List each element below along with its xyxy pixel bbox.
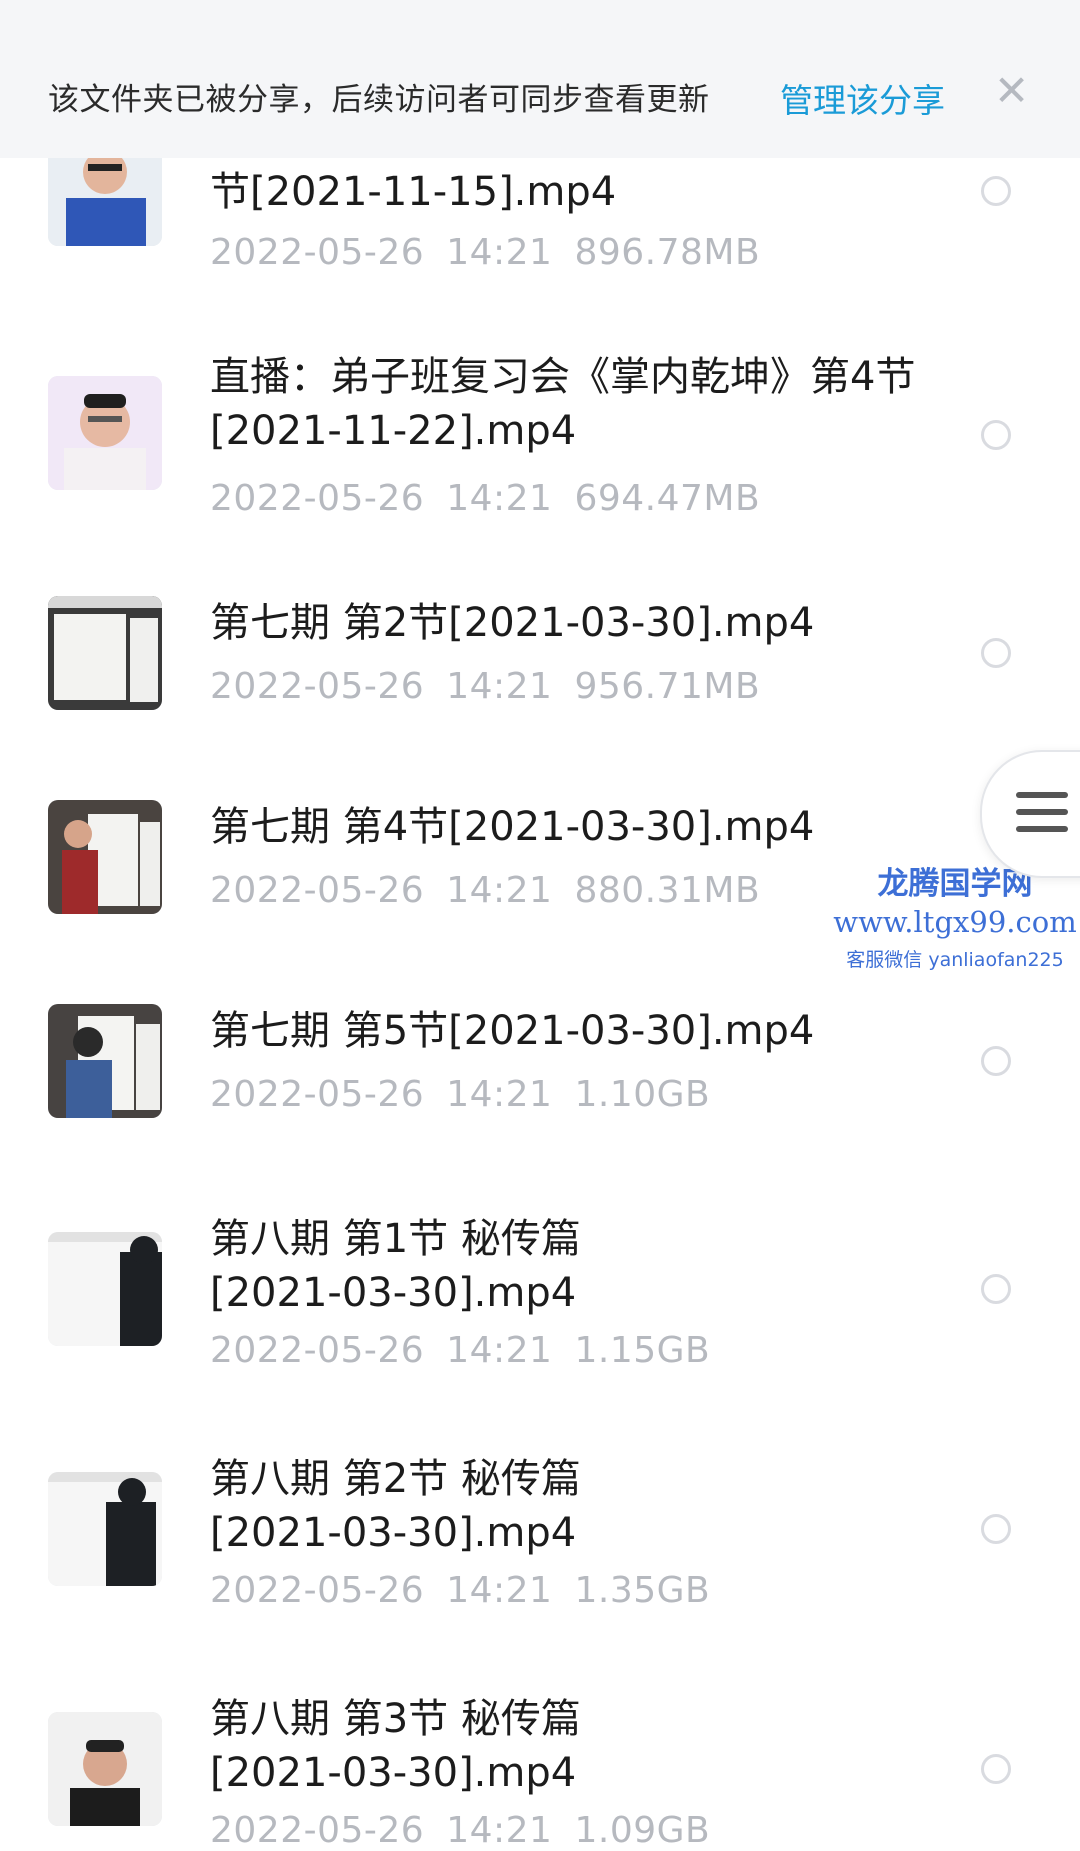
file-meta: 2022-05-26 14:21 880.31MB [210,870,760,911]
file-size: 1.35GB [574,1570,711,1611]
select-radio[interactable] [981,420,1011,450]
select-radio[interactable] [981,1754,1011,1784]
video-thumbnail [48,800,162,914]
file-name: 直播：弟子班复习会《掌内乾坤》第4节[2021-11-22].mp4 [210,354,916,454]
file-name: 节[2021-11-15].mp4 [210,169,617,215]
share-banner: 该文件夹已被分享，后续访问者可同步查看更新 管理该分享 ✕ [0,0,1080,158]
list-item[interactable]: 第七期 第5节[2021-03-30].mp4 2022-05-26 14:21 1… [0,1004,1080,1124]
select-radio[interactable] [981,1274,1011,1304]
list-item[interactable]: 第八期 第1节 秘传篇 [2021-03-30].mp4 2022-05-26 1… [0,1212,1080,1392]
video-thumbnail [48,150,162,246]
select-radio[interactable] [981,1046,1011,1076]
close-icon[interactable]: ✕ [994,70,1029,112]
file-meta: 2022-05-26 14:21 1.10GB [210,1074,710,1115]
file-time: 14:21 [446,870,553,911]
file-time: 14:21 [446,232,553,273]
file-meta: 2022-05-26 14:21 896.78MB [210,232,760,273]
file-time: 14:21 [446,666,553,707]
video-thumbnail [48,1472,162,1586]
file-meta: 2022-05-26 14:21 1.09GB [210,1810,710,1851]
select-radio[interactable] [981,1514,1011,1544]
file-date: 2022-05-26 [210,478,425,519]
file-date: 2022-05-26 [210,1074,425,1115]
file-name: 第七期 第4节[2021-03-30].mp4 [210,804,815,850]
file-date: 2022-05-26 [210,1810,425,1851]
file-size: 694.47MB [574,478,761,519]
file-time: 14:21 [446,1810,553,1851]
list-item[interactable]: 第八期 第2节 秘传篇 [2021-03-30].mp4 2022-05-26 1… [0,1452,1080,1632]
file-size: 896.78MB [574,232,761,273]
video-thumbnail [48,376,162,490]
file-name: 第七期 第2节[2021-03-30].mp4 [210,600,815,646]
file-name: 第七期 第5节[2021-03-30].mp4 [210,1008,815,1054]
video-thumbnail [48,596,162,710]
file-time: 14:21 [446,478,553,519]
file-name: 第八期 第3节 秘传篇 [2021-03-30].mp4 [210,1696,581,1796]
file-date: 2022-05-26 [210,870,425,911]
video-thumbnail [48,1232,162,1346]
video-thumbnail [48,1004,162,1118]
share-message: 该文件夹已被分享，后续访问者可同步查看更新 [48,82,710,118]
file-meta: 2022-05-26 14:21 694.47MB [210,478,760,519]
watermark-contact: 客服微信 yanliaofan225 [846,949,1064,971]
file-size: 1.09GB [574,1810,711,1851]
file-meta: 2022-05-26 14:21 1.35GB [210,1570,710,1611]
file-name: 第八期 第2节 秘传篇 [2021-03-30].mp4 [210,1456,581,1556]
file-name: 第八期 第1节 秘传篇 [2021-03-30].mp4 [210,1216,581,1316]
file-size: 1.10GB [574,1074,711,1115]
file-size: 880.31MB [574,870,761,911]
menu-icon [1016,792,1068,843]
file-time: 14:21 [446,1570,553,1611]
file-meta: 2022-05-26 14:21 956.71MB [210,666,760,707]
manage-share-link[interactable]: 管理该分享 [780,74,945,122]
select-radio[interactable] [981,176,1011,206]
list-item[interactable]: 第八期 第3节 秘传篇 [2021-03-30].mp4 2022-05-26 1… [0,1692,1080,1851]
file-date: 2022-05-26 [210,232,425,273]
watermark-url: www.ltgx99.com [833,905,1077,939]
file-meta: 2022-05-26 14:21 1.15GB [210,1330,710,1371]
file-size: 1.15GB [574,1330,711,1371]
video-thumbnail [48,1712,162,1826]
file-date: 2022-05-26 [210,666,425,707]
file-time: 14:21 [446,1074,553,1115]
file-size: 956.71MB [574,666,761,707]
file-date: 2022-05-26 [210,1570,425,1611]
file-date: 2022-05-26 [210,1330,425,1371]
file-time: 14:21 [446,1330,553,1371]
list-item[interactable]: 节[2021-11-15].mp4 2022-05-26 14:21 896.78M… [0,150,1080,300]
list-item[interactable]: 第七期 第2节[2021-03-30].mp4 2022-05-26 14:21 9… [0,596,1080,716]
select-radio[interactable] [981,638,1011,668]
list-item[interactable]: 直播：弟子班复习会《掌内乾坤》第4节[2021-11-22].mp4 2022-… [0,350,1080,530]
